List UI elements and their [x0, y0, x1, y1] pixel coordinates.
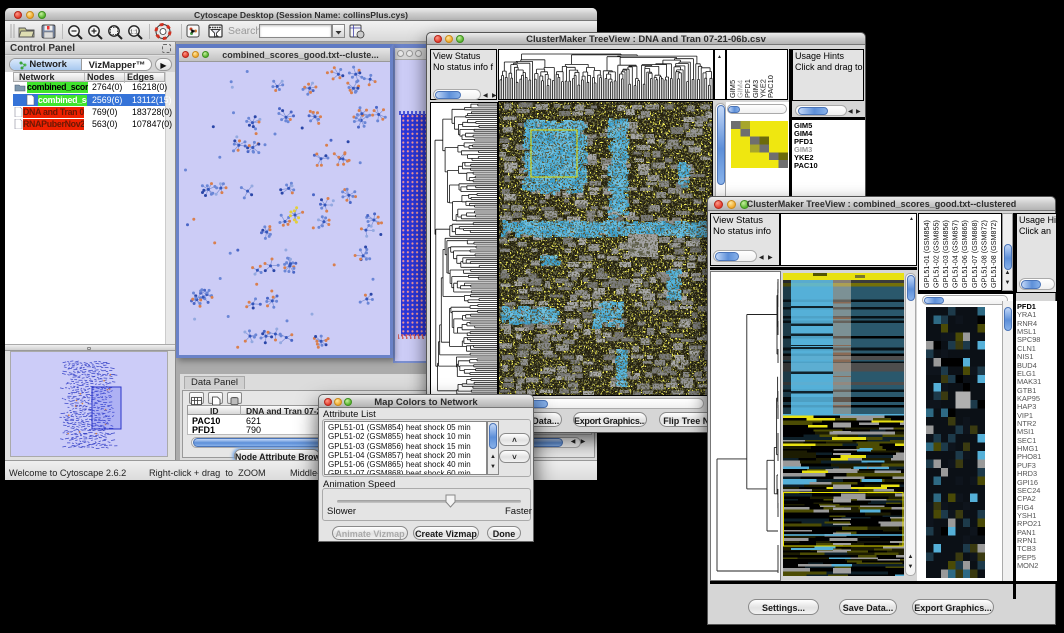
svg-text:GPL51-07 (GSM868): GPL51-07 (GSM868) — [970, 220, 979, 288]
svg-text:GPL51-02 (GSM855): GPL51-02 (GSM855) — [932, 220, 941, 288]
svg-text:1:1: 1:1 — [130, 30, 138, 36]
svg-text:GPL51-04 (GSM857): GPL51-04 (GSM857) — [951, 220, 960, 288]
svg-text:GPL51-08 (GSM872): GPL51-08 (GSM872) — [979, 220, 988, 288]
svg-text:GPL51-08 (GSM872): GPL51-08 (GSM872) — [989, 220, 998, 288]
svg-text:GPL51-01 (GSM854): GPL51-01 (GSM854) — [922, 220, 931, 288]
svg-text:GPL51-03 (GSM856): GPL51-03 (GSM856) — [941, 220, 950, 288]
svg-text:GPL51-06 (GSM865): GPL51-06 (GSM865) — [960, 220, 969, 288]
svg-text:PAC10: PAC10 — [766, 75, 775, 98]
